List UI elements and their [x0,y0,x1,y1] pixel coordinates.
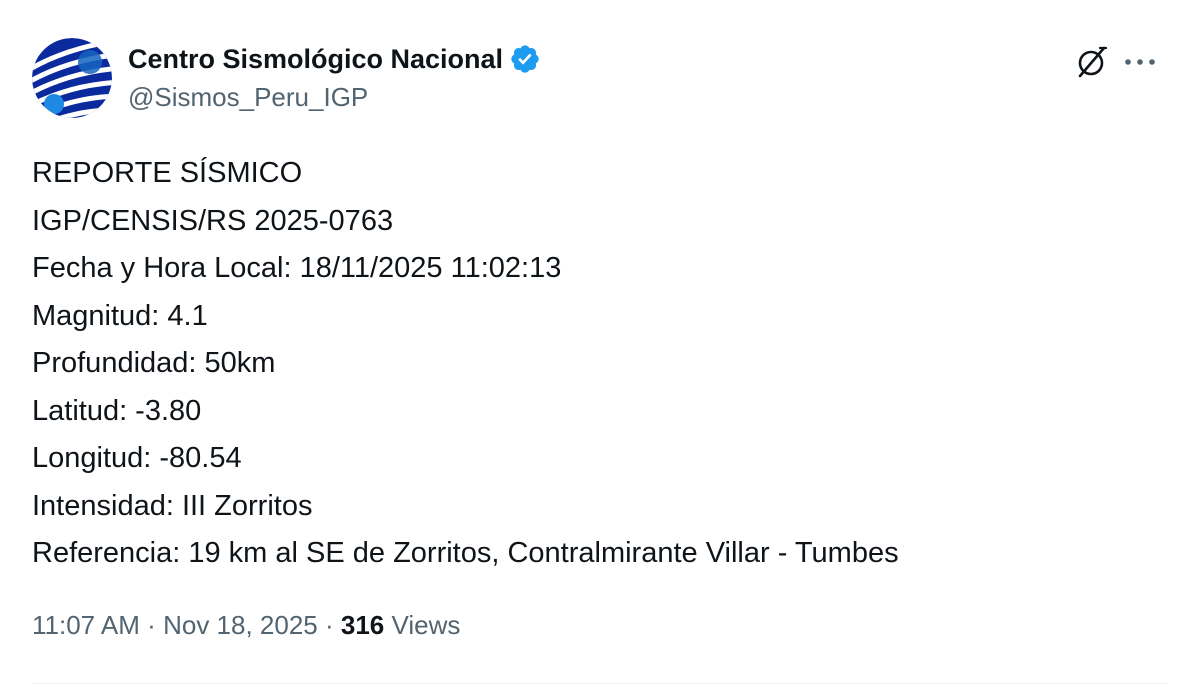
tweet-time-link[interactable]: 11:07 AM · Nov 18, 2025 [32,610,318,640]
text-line: Longitud: -80.54 [32,442,242,474]
display-name[interactable]: Centro Sismológico Nacional [128,44,503,75]
tweet-header: Centro Sismológico Nacional @Sismos_Peru… [32,38,1168,118]
text-line: REPORTE SÍSMICO [32,157,303,189]
tweet: Centro Sismológico Nacional @Sismos_Peru… [0,0,1200,686]
views-count: 316 [340,610,385,640]
text-line: IGP/CENSIS/RS 2025-0763 [32,204,394,237]
verified-badge-icon[interactable] [509,43,541,75]
display-name-row: Centro Sismológico Nacional [128,40,541,78]
text-line: Intensidad: III Zorritos [32,489,313,522]
author-names: Centro Sismológico Nacional @Sismos_Peru… [128,40,541,113]
meta-separator: · [324,610,334,640]
views-label: Views [391,610,461,640]
text-line: Fecha y Hora Local: 18/11/2025 11:02:13 [32,252,562,284]
author-handle[interactable]: @Sismos_Peru_IGP [128,82,541,113]
tweet-text: REPORTE SÍSMICO IGP/CENSIS/RS 2025-0763 … [32,150,1172,578]
avatar[interactable] [32,38,112,118]
text-line: Latitud: -3.80 [32,394,202,427]
tweet-date: Nov 18, 2025 [163,610,318,640]
grok-icon [1078,46,1108,78]
grok-button[interactable] [1072,42,1112,82]
text-line: Referencia: 19 km al SE de Zorritos, Con… [32,537,899,569]
meta-separator: · [147,610,156,640]
tweet-time: 11:07 AM [32,610,140,640]
tweet-meta: 11:07 AM · Nov 18, 2025 · 316 Views [32,610,460,641]
divider [32,683,1168,684]
more-icon [1125,59,1155,65]
views-link[interactable]: 316 Views [341,610,461,640]
text-line: Magnitud: 4.1 [32,299,208,332]
more-button[interactable] [1120,42,1160,82]
igp-logo-icon [32,38,112,118]
text-line: Profundidad: 50km [32,347,276,379]
